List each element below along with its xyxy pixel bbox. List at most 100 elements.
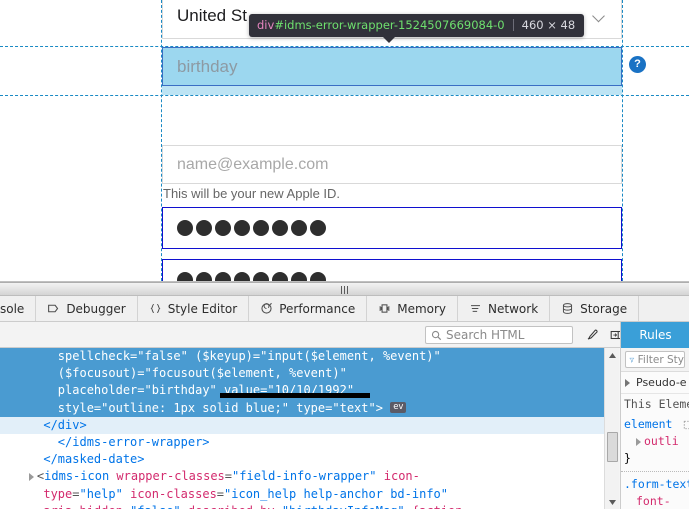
filter-styles-input[interactable]: Filter Sty: [625, 351, 685, 368]
rules-sidebar-tab[interactable]: Rules: [621, 322, 689, 348]
redaction-bar: [220, 393, 370, 399]
markup-token-close: </idms-error-wrapper>: [57, 435, 210, 450]
tab-console[interactable]: sole: [0, 296, 37, 321]
form-text-rule-selector: .form-text: [624, 477, 689, 491]
markup-token-val: "false": [137, 349, 188, 363]
tab-debugger-label: Debugger: [66, 301, 126, 316]
markup-token-val: "false": [130, 504, 181, 509]
birthday-input[interactable]: birthday: [162, 47, 622, 86]
element-rule-property[interactable]: outli: [644, 434, 679, 448]
markup-token-attr: ($keyup): [195, 349, 253, 363]
form-text-rule-property[interactable]: font-: [636, 494, 671, 508]
markup-indent: [0, 349, 58, 363]
markup-line[interactable]: style="outline: 1px solid blue;" type="t…: [0, 399, 604, 417]
braces-icon: [150, 303, 161, 314]
tab-storage[interactable]: Storage: [550, 296, 640, 321]
markup-view[interactable]: spellcheck="false" ($keyup)="input($elem…: [0, 348, 604, 509]
chevron-right-icon: [625, 378, 630, 387]
debugger-icon: [48, 304, 59, 313]
pseudo-elements-row[interactable]: Pseudo-e: [621, 372, 689, 394]
markup-token-punc: [181, 504, 188, 509]
markup-token-punc: [123, 487, 130, 501]
inspector-toolbar: Search HTML Rules: [0, 321, 689, 348]
markup-token-val: "input($element, %event)": [260, 349, 441, 363]
tab-memory[interactable]: Memory: [367, 296, 459, 321]
tab-style-editor-label: Style Editor: [167, 301, 238, 316]
filter-styles-placeholder: Filter Sty: [637, 353, 684, 366]
markup-scrollbar-thumb[interactable]: [607, 432, 618, 462]
tooltip-tag-name: div: [257, 18, 275, 32]
markup-token-val: "icon_help help-anchor bd-info": [224, 486, 448, 501]
markup-token-punc: >: [375, 400, 383, 415]
markup-line[interactable]: </masked-date>: [0, 451, 604, 468]
markup-token-val: "field-info-wrapper": [232, 469, 377, 484]
markup-token-punc: =: [123, 504, 130, 509]
markup-indent: [0, 366, 58, 380]
markup-token-attr: spellcheck: [57, 349, 131, 363]
markup-token-attr: type: [43, 486, 73, 501]
help-icon[interactable]: ?: [629, 56, 646, 73]
database-icon: [563, 303, 573, 314]
network-icon: [471, 305, 481, 312]
tab-debugger[interactable]: Debugger: [36, 296, 138, 321]
web-page-content: United St birthday ? name@example.com Th…: [0, 0, 689, 281]
markup-scrollbar[interactable]: [604, 348, 619, 509]
markup-token-val: "text": [332, 400, 376, 415]
tab-storage-label: Storage: [580, 301, 628, 316]
tab-memory-label: Memory: [397, 301, 447, 316]
element-rule-selector: element: [624, 417, 673, 431]
password-dots: [177, 220, 326, 236]
markup-token-val: "birthday": [144, 383, 217, 398]
pseudo-elements-label: Pseudo-e: [636, 376, 687, 389]
markup-line[interactable]: spellcheck="false" ($keyup)="input($elem…: [0, 348, 604, 366]
tab-performance[interactable]: Performance: [249, 296, 368, 321]
markup-token-attr: aria-hidden: [43, 504, 122, 509]
markup-token-val: "focusout($element, %event)": [144, 366, 347, 381]
markup-line[interactable]: </idms-error-wrapper>: [0, 434, 604, 451]
markup-token-close: </masked-date>: [43, 452, 145, 467]
markup-line[interactable]: <idms-icon wrapper-classes="field-info-w…: [0, 468, 604, 485]
markup-indent: [0, 469, 29, 483]
markup-token-punc: =: [275, 504, 282, 509]
element-rule-close-brace: }: [624, 451, 631, 465]
search-html-input[interactable]: Search HTML: [425, 325, 573, 344]
event-listener-badge[interactable]: ev: [390, 401, 407, 413]
markup-token-punc: [405, 504, 412, 509]
markup-indent: [0, 452, 43, 466]
password-input[interactable]: [162, 207, 622, 249]
search-html-placeholder: Search HTML: [446, 327, 525, 342]
markup-token-val: "birthdayInfoMsg": [282, 504, 405, 509]
tab-style-editor[interactable]: Style Editor: [138, 296, 250, 321]
email-input[interactable]: name@example.com: [162, 145, 622, 184]
markup-line[interactable]: ($focusout)="focusout($element, %event)": [0, 365, 604, 383]
scroll-down-arrow-icon[interactable]: [605, 495, 620, 509]
eyedropper-button[interactable]: [581, 325, 603, 345]
tooltip-arrow: [382, 36, 396, 43]
markup-token-attr: icon-: [383, 469, 420, 484]
this-element-header: This Eleme: [621, 394, 689, 414]
expand-rule-icon[interactable]: [636, 437, 641, 446]
markup-token-punc: =: [72, 486, 80, 501]
tab-network[interactable]: Network: [458, 296, 551, 321]
rule-divider: [621, 471, 689, 472]
markup-token-punc: [377, 469, 384, 483]
stopwatch-icon: [261, 302, 273, 314]
element-highlight-tooltip: div #idms-error-wrapper-1524507669084-0 4…: [249, 14, 585, 43]
rules-sidebar-tab-label: Rules: [639, 328, 672, 342]
filter-icon: [629, 357, 635, 363]
markup-token-close: </div>: [43, 417, 87, 432]
password-confirm-input[interactable]: [162, 259, 622, 281]
expand-node-icon[interactable]: [28, 472, 34, 481]
tab-network-label: Network: [488, 301, 539, 316]
markup-line[interactable]: </div>: [0, 416, 604, 435]
devtools-splitter[interactable]: [0, 282, 689, 296]
markup-token-attr: type: [296, 400, 326, 415]
markup-token-punc: =: [137, 366, 145, 381]
scroll-up-arrow-icon[interactable]: [605, 348, 620, 362]
filter-styles-row: Filter Sty: [621, 348, 689, 372]
form-text-rule-block: .form-text font-: [621, 474, 689, 509]
markup-indent: [0, 487, 43, 501]
email-placeholder: name@example.com: [177, 155, 329, 173]
markup-line[interactable]: type="help" icon-classes="icon_help help…: [0, 486, 604, 503]
markup-line[interactable]: aria-hidden="false" described-by="birthd…: [0, 503, 604, 509]
